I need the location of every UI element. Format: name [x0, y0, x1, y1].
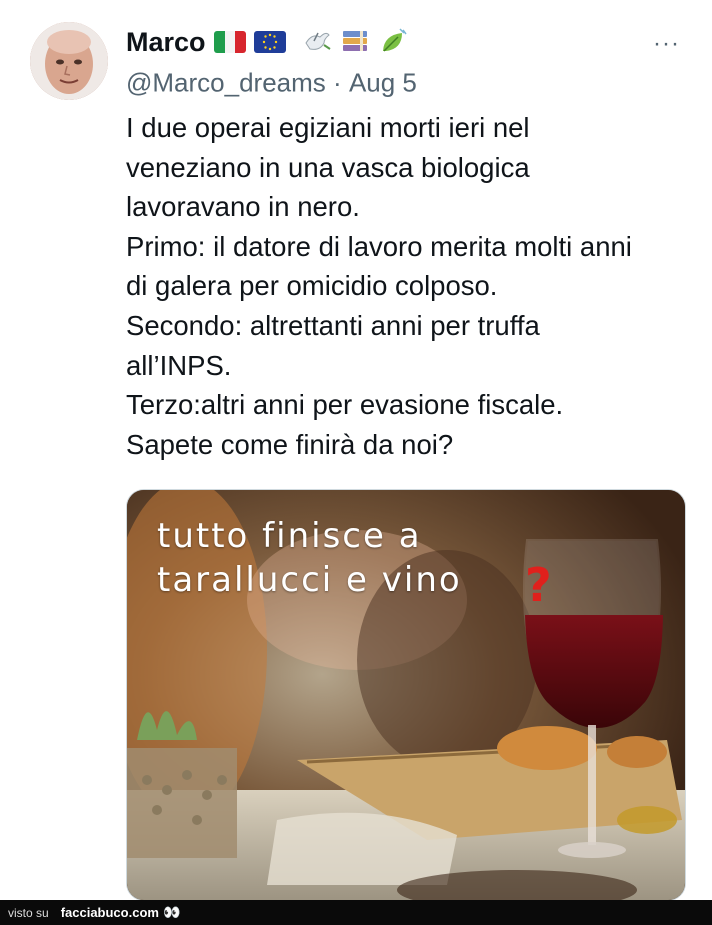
- question-mark: ?: [525, 558, 552, 612]
- watermark-footer: visto su facciabuco.com 👀: [0, 900, 712, 925]
- display-name[interactable]: Marco: [126, 27, 206, 58]
- books-icon: [340, 27, 370, 57]
- tweet-header: Marco ··· @Marco_dreams · Aug 5: [126, 24, 686, 104]
- name-row: Marco: [126, 24, 686, 60]
- site-name[interactable]: facciabuco.com: [61, 905, 159, 920]
- media-caption-line1: tutto finisce a: [157, 516, 422, 556]
- handle[interactable]: @Marco_dreams: [126, 68, 326, 98]
- more-options-button[interactable]: ···: [653, 30, 680, 58]
- avatar[interactable]: [30, 22, 108, 100]
- eu-flag-icon: [253, 31, 286, 53]
- tweet-text: I due operai egiziani morti ieri nel ven…: [126, 112, 632, 460]
- eyes-icon: 👀: [162, 904, 181, 920]
- dove-icon: [302, 27, 332, 57]
- media-caption-line2: tarallucci e vino: [157, 560, 462, 600]
- media-caption: tutto finisce a tarallucci e vino: [157, 514, 462, 602]
- tweet-meta: @Marco_dreams · Aug 5: [126, 66, 686, 99]
- tweet-media[interactable]: tutto finisce a tarallucci e vino ?: [126, 489, 686, 901]
- tweet-date[interactable]: Aug 5: [349, 68, 417, 98]
- tweet: Marco ··· @Marco_dreams · Aug 5 I due op…: [0, 0, 712, 901]
- visto-su-label: visto su: [8, 905, 49, 920]
- leaf-icon: [378, 27, 408, 57]
- meta-separator: ·: [333, 67, 342, 98]
- italy-flag-icon: [213, 31, 246, 53]
- avatar-face-icon: [30, 22, 108, 100]
